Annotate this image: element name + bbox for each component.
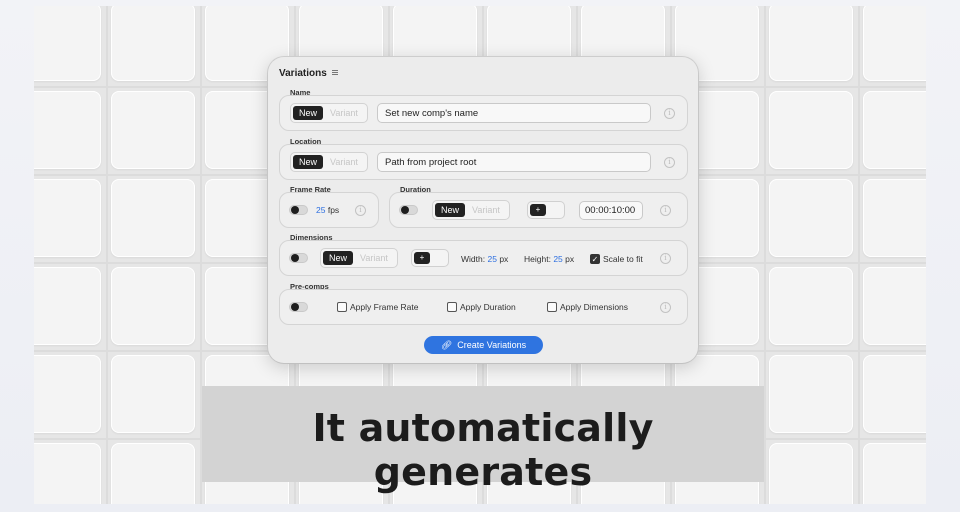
dimensions-toggle[interactable]	[289, 253, 308, 263]
background-tile	[34, 91, 101, 169]
duration-new-option[interactable]: New	[435, 203, 466, 217]
apply-dimensions-checkbox[interactable]	[547, 302, 557, 312]
location-variant-option[interactable]: Variant	[323, 155, 365, 169]
name-mode-toggle[interactable]: New Variant	[290, 103, 368, 123]
apply-dimensions-label[interactable]: Apply Dimensions	[560, 302, 628, 312]
background-tile	[863, 179, 926, 257]
background-tile	[769, 91, 853, 169]
location-input[interactable]: Path from project root	[377, 152, 651, 172]
apply-frame-rate-checkbox[interactable]	[337, 302, 347, 312]
info-icon[interactable]: i	[664, 157, 675, 168]
dimensions-variant-option[interactable]: Variant	[353, 251, 395, 265]
frame-rate-value[interactable]: 25 fps	[316, 205, 339, 215]
background-tile	[769, 267, 853, 345]
name-input[interactable]: Set new comp's name	[377, 103, 651, 123]
dimensions-add-control[interactable]: +	[411, 249, 449, 267]
plus-icon[interactable]: +	[530, 204, 546, 216]
location-group: New Variant Path from project root i	[279, 144, 688, 180]
background-tile	[769, 6, 853, 81]
background-tile	[111, 267, 195, 345]
location-new-option[interactable]: New	[293, 155, 324, 169]
check-icon[interactable]: ✓	[590, 254, 600, 264]
frame-rate-group: 25 fps i	[279, 192, 379, 228]
duration-mode-toggle[interactable]: New Variant	[432, 200, 510, 220]
background-tile	[863, 91, 926, 169]
background-tile	[863, 443, 926, 504]
duration-add-control[interactable]: +	[527, 201, 565, 219]
info-icon[interactable]: i	[355, 205, 366, 216]
create-variations-button[interactable]: 🔗︎ Create Variations	[424, 336, 543, 354]
info-icon[interactable]: i	[664, 108, 675, 119]
plus-icon[interactable]: +	[414, 252, 430, 264]
name-new-option[interactable]: New	[293, 106, 324, 120]
duration-input[interactable]: 00:00:10:00	[579, 201, 643, 220]
precomps-group: Apply Frame Rate Apply Duration Apply Di…	[279, 289, 688, 325]
name-group: New Variant Set new comp's name i	[279, 95, 688, 131]
frame-rate-toggle[interactable]	[289, 205, 308, 215]
background-tile	[769, 179, 853, 257]
height-readout[interactable]: Height: 25 px	[524, 254, 574, 264]
width-readout[interactable]: Width: 25 px	[461, 254, 508, 264]
background-tile	[111, 355, 195, 433]
dimensions-new-option[interactable]: New	[323, 251, 354, 265]
background-tile	[34, 179, 101, 257]
dimensions-mode-toggle[interactable]: New Variant	[320, 248, 398, 268]
link-icon: 🔗︎	[440, 339, 453, 350]
scale-to-fit-label[interactable]: Scale to fit	[603, 254, 643, 264]
variations-panel: Variations Name New Variant Set new comp…	[268, 57, 698, 363]
background-tile	[769, 443, 853, 504]
apply-frame-rate-label[interactable]: Apply Frame Rate	[350, 302, 419, 312]
background-tile	[863, 355, 926, 433]
duration-variant-option[interactable]: Variant	[465, 203, 507, 217]
menu-icon[interactable]	[332, 70, 338, 75]
info-icon[interactable]: i	[660, 253, 671, 264]
background-tile	[34, 443, 101, 504]
location-mode-toggle[interactable]: New Variant	[290, 152, 368, 172]
dimensions-group: New Variant + Width: 25 px Height: 25 px…	[279, 240, 688, 276]
background-tile	[769, 355, 853, 433]
info-icon[interactable]: i	[660, 205, 671, 216]
background-tile	[34, 6, 101, 81]
panel-title: Variations	[279, 68, 327, 79]
background-tile	[863, 6, 926, 81]
apply-duration-checkbox[interactable]	[447, 302, 457, 312]
background-tile	[111, 91, 195, 169]
background-tile	[111, 6, 195, 81]
create-variations-label: Create Variations	[457, 340, 527, 350]
duration-group: New Variant + 00:00:10:00 i	[389, 192, 688, 228]
background-tile	[111, 179, 195, 257]
background-tile	[111, 443, 195, 504]
apply-duration-label[interactable]: Apply Duration	[460, 302, 516, 312]
duration-toggle[interactable]	[399, 205, 418, 215]
name-variant-option[interactable]: Variant	[323, 106, 365, 120]
background-tile	[863, 267, 926, 345]
caption-text: It automatically generates	[312, 406, 654, 494]
background-tile	[34, 355, 101, 433]
background-tile	[34, 267, 101, 345]
precomps-toggle[interactable]	[289, 302, 308, 312]
info-icon[interactable]: i	[660, 302, 671, 313]
